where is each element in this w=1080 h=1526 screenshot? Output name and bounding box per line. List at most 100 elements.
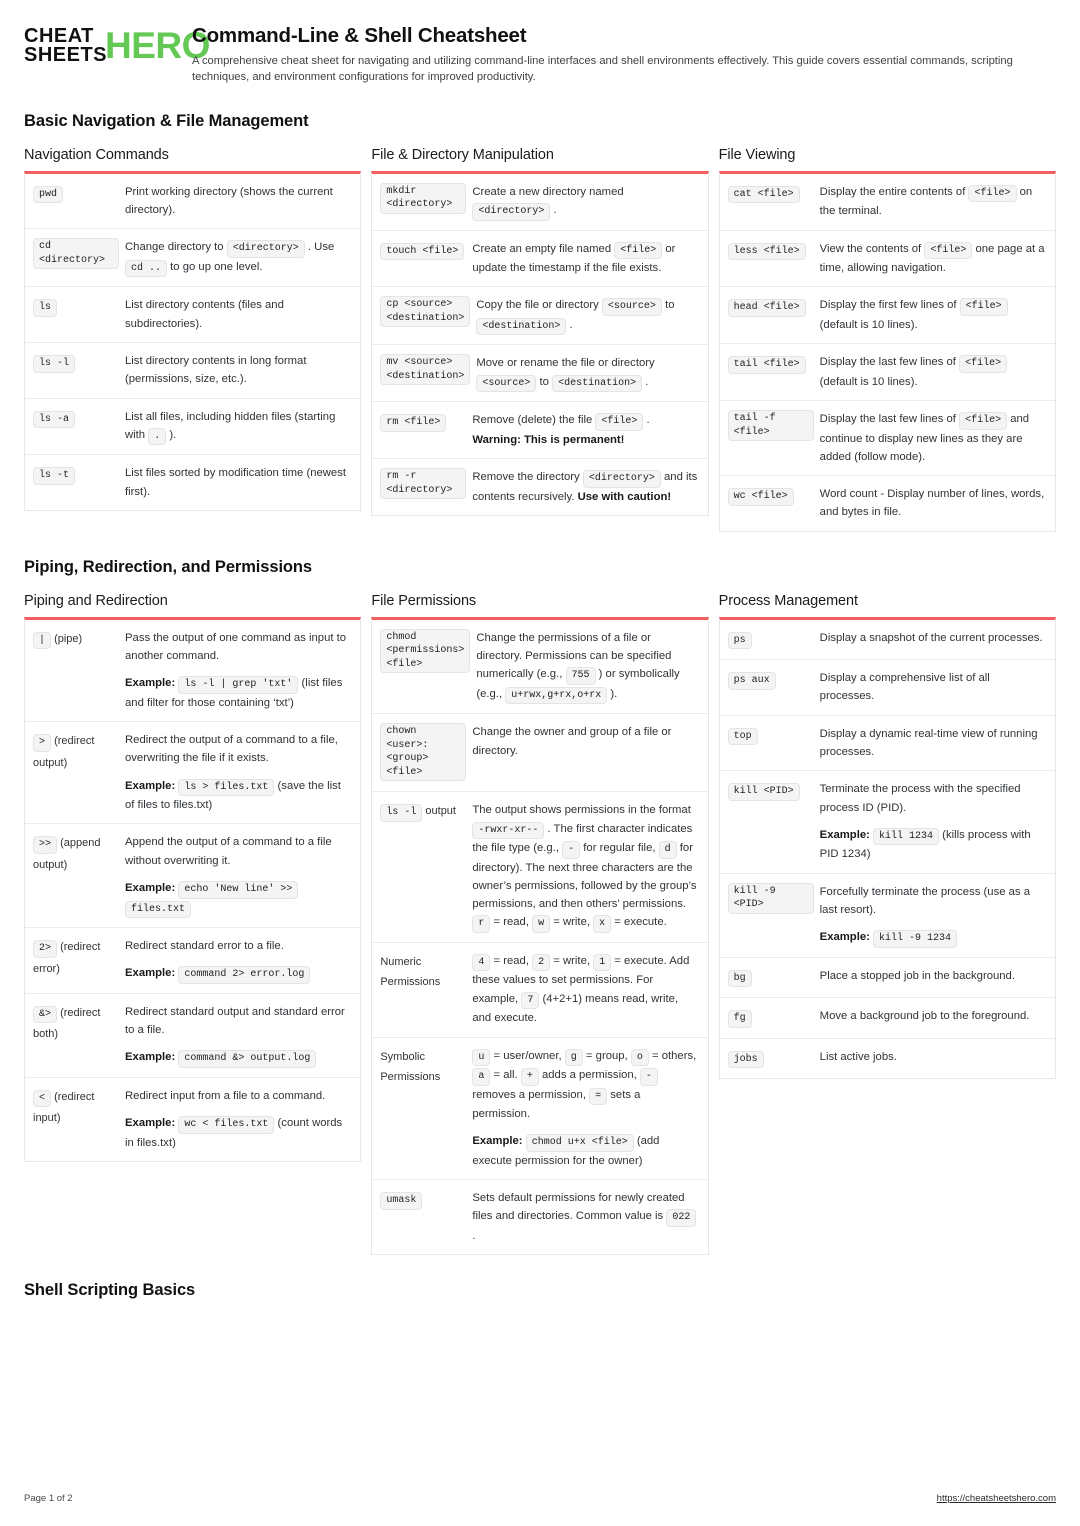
- table-row: wc <file> Word count - Display number of …: [720, 476, 1055, 531]
- inline-code: 7: [521, 991, 540, 1010]
- command-code: fg: [727, 1010, 752, 1028]
- command-cell: cat <file>: [727, 183, 820, 221]
- column: Process Management ps Display a snapshot o…: [718, 593, 1056, 1080]
- command-cell: ls: [33, 296, 125, 333]
- description-cell: Move a background job to the foreground.: [819, 1010, 1030, 1023]
- table-row: fg Move a background job to the foregroun…: [719, 998, 1055, 1039]
- table-row: 2> (redirect error) Redirect standard err…: [25, 928, 361, 994]
- command-code: ps: [727, 631, 752, 650]
- inline-code: +: [520, 1068, 539, 1086]
- table-row: >> (append output) Append the output of a…: [25, 824, 361, 929]
- command-code: ls: [33, 299, 58, 317]
- table-row: ps Display a snapshot of the current proc…: [719, 620, 1055, 661]
- command-code: kill -9 <PID>: [727, 882, 814, 914]
- inline-code: <file>: [968, 184, 1017, 203]
- description-cell: Move or rename the file or directory <so…: [476, 354, 697, 393]
- command-table: | (pipe) Pass the output of one command a…: [24, 616, 362, 1163]
- description-cell: Word count - Display number of lines, wo…: [819, 488, 1045, 519]
- command-code: mkdir <directory>: [380, 182, 467, 214]
- inline-code: 022: [666, 1209, 697, 1227]
- command-code: ls -t: [33, 467, 76, 485]
- table-row: jobs List active jobs.: [720, 1039, 1055, 1079]
- command-cell: ps: [727, 629, 820, 651]
- description-cell: Display the last few lines of <file> and…: [819, 412, 1030, 463]
- command-cell: cp <source> <destination>: [380, 296, 476, 335]
- table-row: head <file> Display the first few lines o…: [719, 287, 1055, 345]
- description-cell: Create an empty file named <file> or upd…: [472, 241, 676, 275]
- column: File & Directory Manipulation mkdir <dire…: [371, 146, 709, 516]
- table-row: top Display a dynamic real-time view of r…: [719, 716, 1055, 772]
- command-cell: rm -r <directory>: [380, 468, 472, 506]
- table-row: Symbolic Permissions u = user/owner, g = …: [372, 1038, 708, 1181]
- description-cell: Change the permissions of a file or dire…: [476, 629, 697, 705]
- inline-code: x: [593, 915, 612, 933]
- inline-code: -: [639, 1068, 658, 1086]
- inline-code: <file>: [959, 412, 1008, 430]
- section-heading: Shell Scripting Basics: [24, 1281, 196, 1300]
- description-cell: Place a stopped job in the background.: [819, 969, 1015, 982]
- command-cell: wc <file>: [727, 485, 820, 522]
- description-cell: Change the owner and group of a file or …: [472, 726, 672, 757]
- table-row: ls List directory contents (files and sub…: [25, 287, 361, 343]
- description-cell: Terminate the process with the specified…: [819, 783, 1031, 861]
- command-cell: bg: [727, 967, 820, 989]
- table-row: mkdir <directory> Create a new directory …: [372, 174, 708, 231]
- card-title: File & Directory Manipulation: [371, 146, 554, 163]
- table-row: rm -r <directory> Remove the directory <d…: [372, 459, 707, 515]
- command-cell: &> (redirect both): [33, 1005, 101, 1041]
- inline-code: u: [472, 1048, 491, 1067]
- table-row: ls -l output The output shows permissions…: [372, 792, 708, 943]
- command-code: ls -l: [33, 355, 76, 373]
- description-cell: Display a comprehensive list of all proc…: [819, 672, 990, 703]
- command-code: chmod <permissions> <file>: [380, 628, 471, 674]
- command-cell: cd <directory>: [33, 238, 125, 277]
- table-row: Numeric Permissions 4 = read, 2 = write, …: [372, 943, 708, 1038]
- command-code: less <file>: [727, 242, 806, 261]
- table-row: cd <directory> Change directory to <direc…: [25, 229, 361, 288]
- column: File Viewing cat <file> Display the entire…: [718, 147, 1056, 532]
- inline-code: 755: [565, 667, 596, 685]
- inline-code: <destination>: [552, 374, 643, 393]
- command-cell: fg: [727, 1007, 820, 1029]
- table-row: cp <source> <destination> Copy the file o…: [372, 287, 708, 346]
- table-row: < (redirect input) Redirect input from a …: [25, 1078, 360, 1161]
- table-row: | (pipe) Pass the output of one command a…: [25, 620, 361, 723]
- command-cell: mkdir <directory>: [380, 182, 472, 221]
- description-cell: Redirect input from a file to a command.…: [125, 1089, 343, 1149]
- command-cell: ls -l output: [380, 801, 472, 933]
- description-cell: Redirect the output of a command to a fi…: [125, 734, 341, 812]
- inline-code: 1: [593, 953, 612, 972]
- inline-code: command 2> error.log: [178, 966, 311, 984]
- description-cell: Copy the file or directory <source> to <…: [476, 296, 697, 336]
- page-footer: Page 1 of 2 https://cheatsheetshero.com: [24, 1493, 1056, 1504]
- description-cell: Redirect standard output and standard er…: [125, 1003, 350, 1068]
- inline-code: chmod u+x <file>: [525, 1134, 634, 1152]
- description-cell: List files sorted by modification time (…: [125, 467, 347, 498]
- command-cell: rm <file>: [380, 411, 472, 449]
- command-code: wc <file>: [727, 488, 794, 506]
- command-code: tail <file>: [727, 356, 806, 374]
- description-cell: Append the output of a command to a file…: [125, 833, 350, 919]
- section-heading: Basic Navigation & File Management: [24, 111, 309, 130]
- command-code: kill <PID>: [727, 783, 800, 801]
- column: Piping and Redirection | (pipe) Pass the o…: [24, 593, 362, 1163]
- description-cell: Display a snapshot of the current proces…: [819, 631, 1043, 644]
- description-cell: Sets default permissions for newly creat…: [472, 1189, 697, 1245]
- table-row: ls -a List all files, including hidden fi…: [25, 399, 361, 456]
- command-cell: head <file>: [727, 296, 820, 334]
- inline-code: <directory>: [226, 240, 305, 258]
- command-code: ps aux: [727, 672, 776, 690]
- inline-code: -: [562, 841, 581, 859]
- table-row: ls -t List files sorted by modification t…: [25, 455, 360, 510]
- command-table: mkdir <directory> Create a new directory …: [371, 170, 709, 516]
- command-cell: tail -f <file>: [727, 410, 820, 466]
- inline-code: .: [148, 427, 167, 446]
- inline-code: r: [472, 915, 491, 933]
- section-columns: Piping and Redirection | (pipe) Pass the o…: [24, 593, 1056, 1256]
- table-row: cat <file> Display the entire contents of…: [719, 174, 1055, 231]
- table-row: touch <file> Create an empty file named <…: [372, 231, 708, 288]
- page-title: Command-Line & Shell Cheatsheet: [192, 24, 527, 47]
- site-url-link[interactable]: https://cheatsheetshero.com: [937, 1493, 1056, 1504]
